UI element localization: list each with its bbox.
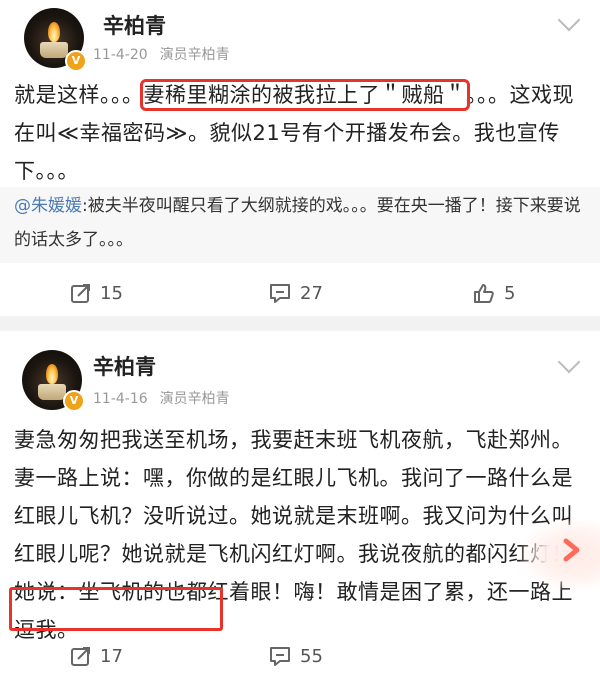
flame-shape [48,22,60,42]
thumbs-up-icon [474,284,494,303]
verified-badge-icon: V [63,390,85,412]
comment-icon [270,284,290,303]
repost-count: 15 [100,282,123,304]
chevron-down-icon[interactable] [557,350,581,374]
like-button[interactable]: 5 [472,278,515,308]
weibo-post-card: V 辛柏青 11-4-20 演员辛柏青 就是这样。。。妻稀里糊涂的被我拉上了＂贼船… [0,0,600,316]
post-divider [0,316,600,331]
candle-shape [38,384,66,400]
repost-quote-box[interactable]: @朱媛媛:被夫半夜叫醒只看了大纲就接的戏。。。要在央一播了！接下来要说的话太多了… [0,187,600,263]
post-text: 就是这样。。。妻稀里糊涂的被我拉上了＂贼船＂。。。这戏现在叫≪幸福密码≫。貌似2… [14,76,589,190]
repost-button[interactable]: 15 [70,278,123,308]
weibo-post-card: V 辛柏青 11-4-16 演员辛柏青 妻急匆匆把我送至机场，我要赶末班飞机夜航，… [0,331,600,677]
username[interactable]: 辛柏青 [93,351,156,381]
post-text-start: 就是这样。。。 [14,83,144,107]
repost-count: 17 [100,645,123,667]
post-source: 演员辛柏青 [159,47,230,63]
post-text: 妻急匆匆把我送至机场，我要赶末班飞机夜航，飞赴郑州。妻一路上说：嘿，你做的是红眼… [14,428,573,642]
repost-icon [71,647,90,666]
comment-icon [270,647,290,666]
chevron-down-icon[interactable] [557,8,581,32]
candle-shape [40,42,68,58]
comment-count: 55 [300,645,323,667]
comment-button[interactable]: 55 [268,641,323,671]
repost-button[interactable]: 17 [70,641,123,671]
flame-shape [46,364,58,384]
verified-badge-icon: V [65,50,87,72]
comment-count: 27 [300,282,323,304]
repost-body: :被夫半夜叫醒只看了大纲就接的戏。。。要在央一播了！接下来要说的话太多了。。。 [14,196,581,250]
post-date: 11-4-20 [93,47,148,63]
post-meta: 11-4-20 演员辛柏青 [93,44,230,64]
repost-text: @朱媛媛:被夫半夜叫醒只看了大纲就接的戏。。。要在央一播了！接下来要说的话太多了… [14,189,589,257]
mention-link[interactable]: @朱媛媛 [14,196,82,216]
post-source: 演员辛柏青 [159,391,230,407]
highlighted-text: 妻稀里糊涂的被我拉上了＂贼船＂ [139,79,470,111]
repost-icon [71,284,90,303]
action-bar: 15 27 5 [0,278,600,308]
like-count: 5 [504,282,516,304]
post-date: 11-4-16 [93,391,148,407]
username[interactable]: 辛柏青 [103,10,166,40]
comment-button[interactable]: 27 [268,278,323,308]
watermark-logo-icon [563,538,580,562]
post-meta: 11-4-16 演员辛柏青 [93,388,230,408]
action-bar: 17 55 [0,641,600,671]
